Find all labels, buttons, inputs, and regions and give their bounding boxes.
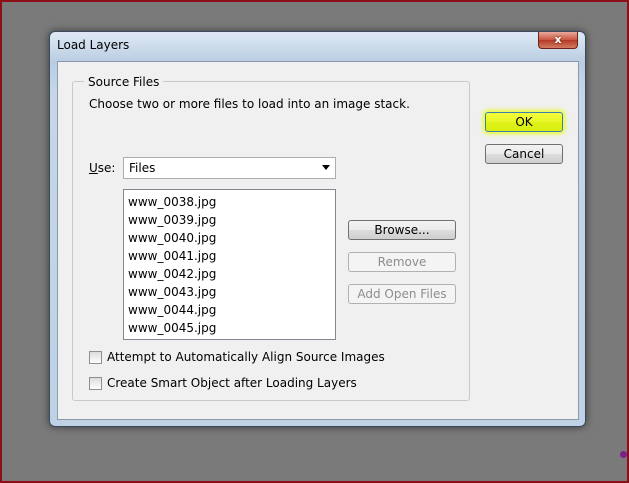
- file-list-item[interactable]: www_0044.jpg: [124, 301, 335, 319]
- dialog-client-area: Source Files Choose two or more files to…: [57, 61, 579, 420]
- ok-button[interactable]: OK: [485, 112, 563, 132]
- use-dropdown[interactable]: Files: [123, 157, 336, 179]
- file-list-item[interactable]: www_0042.jpg: [124, 265, 335, 283]
- cancel-button[interactable]: Cancel: [485, 144, 563, 164]
- remove-button[interactable]: Remove: [348, 252, 456, 272]
- file-list-item[interactable]: www_0039.jpg: [124, 211, 335, 229]
- file-list[interactable]: www_0038.jpg www_0039.jpg www_0040.jpg w…: [123, 189, 336, 340]
- source-files-description: Choose two or more files to load into an…: [89, 97, 410, 111]
- load-layers-dialog: Load Layers x Source Files Choose two or…: [49, 31, 586, 427]
- dialog-title: Load Layers: [57, 38, 130, 52]
- chevron-down-icon: [322, 165, 330, 170]
- file-list-item[interactable]: www_0038.jpg: [124, 193, 335, 211]
- cursor-dot: [620, 451, 627, 458]
- file-list-item[interactable]: www_0045.jpg: [124, 319, 335, 337]
- align-checkbox[interactable]: [89, 351, 102, 364]
- browse-button[interactable]: Browse...: [348, 220, 456, 240]
- file-list-item[interactable]: www_0040.jpg: [124, 229, 335, 247]
- file-list-item[interactable]: www_0041.jpg: [124, 247, 335, 265]
- close-icon: x: [554, 33, 562, 46]
- add-open-files-button[interactable]: Add Open Files: [348, 284, 456, 304]
- align-checkbox-label[interactable]: Attempt to Automatically Align Source Im…: [107, 350, 385, 364]
- close-button[interactable]: x: [538, 32, 578, 49]
- use-dropdown-value: Files: [129, 161, 156, 175]
- source-files-label: Source Files: [84, 75, 164, 89]
- smart-object-checkbox[interactable]: [89, 377, 102, 390]
- use-label: Use:: [89, 161, 116, 175]
- smart-object-checkbox-label[interactable]: Create Smart Object after Loading Layers: [107, 376, 357, 390]
- file-list-item[interactable]: www_0043.jpg: [124, 283, 335, 301]
- title-bar[interactable]: Load Layers x: [50, 32, 585, 60]
